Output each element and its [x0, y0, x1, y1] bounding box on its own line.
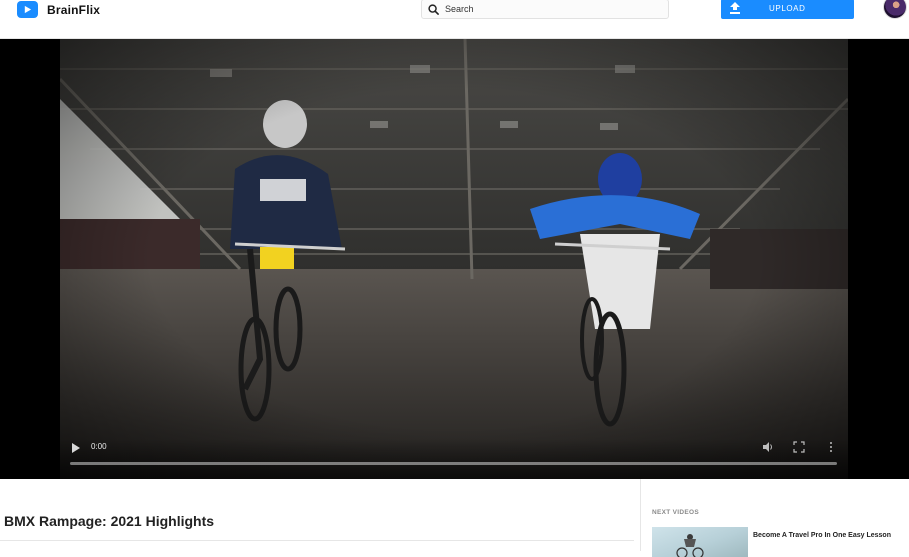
top-navigation-bar: BrainFlix UPLOAD	[0, 0, 909, 39]
more-options-icon[interactable]	[827, 441, 835, 453]
volume-icon[interactable]	[762, 441, 774, 453]
upload-icon	[730, 2, 740, 14]
upload-label: UPLOAD	[769, 4, 806, 13]
player-controls: 0:00	[60, 439, 848, 479]
main-content: BMX Rampage: 2021 Highlights NEXT VIDEOS…	[0, 479, 909, 557]
brainflix-logo[interactable]: BrainFlix	[17, 1, 100, 18]
user-avatar[interactable]	[883, 0, 907, 19]
fullscreen-icon[interactable]	[793, 441, 805, 453]
video-player[interactable]: 0:00	[0, 39, 909, 479]
search-icon	[428, 3, 439, 15]
next-videos-heading: NEXT VIDEOS	[652, 509, 700, 516]
current-time: 0:00	[91, 442, 107, 451]
search-box[interactable]	[421, 0, 669, 19]
title-divider	[0, 540, 634, 541]
video-still-image	[60, 39, 848, 479]
logo-text: BrainFlix	[47, 2, 101, 17]
next-videos-sidebar: NEXT VIDEOS Become A Travel Pro In One E…	[640, 479, 909, 557]
video-title: BMX Rampage: 2021 Highlights	[4, 513, 215, 529]
next-video-thumbnail[interactable]	[652, 527, 748, 557]
play-logo-icon	[17, 1, 38, 18]
progress-bar[interactable]	[70, 462, 837, 465]
play-icon[interactable]	[71, 442, 81, 454]
next-video-item[interactable]: Become A Travel Pro In One Easy Lesson	[652, 527, 902, 557]
upload-button[interactable]: UPLOAD	[721, 0, 854, 19]
video-frame[interactable]	[60, 39, 848, 479]
search-input[interactable]	[445, 4, 645, 14]
next-video-title[interactable]: Become A Travel Pro In One Easy Lesson	[753, 531, 901, 540]
